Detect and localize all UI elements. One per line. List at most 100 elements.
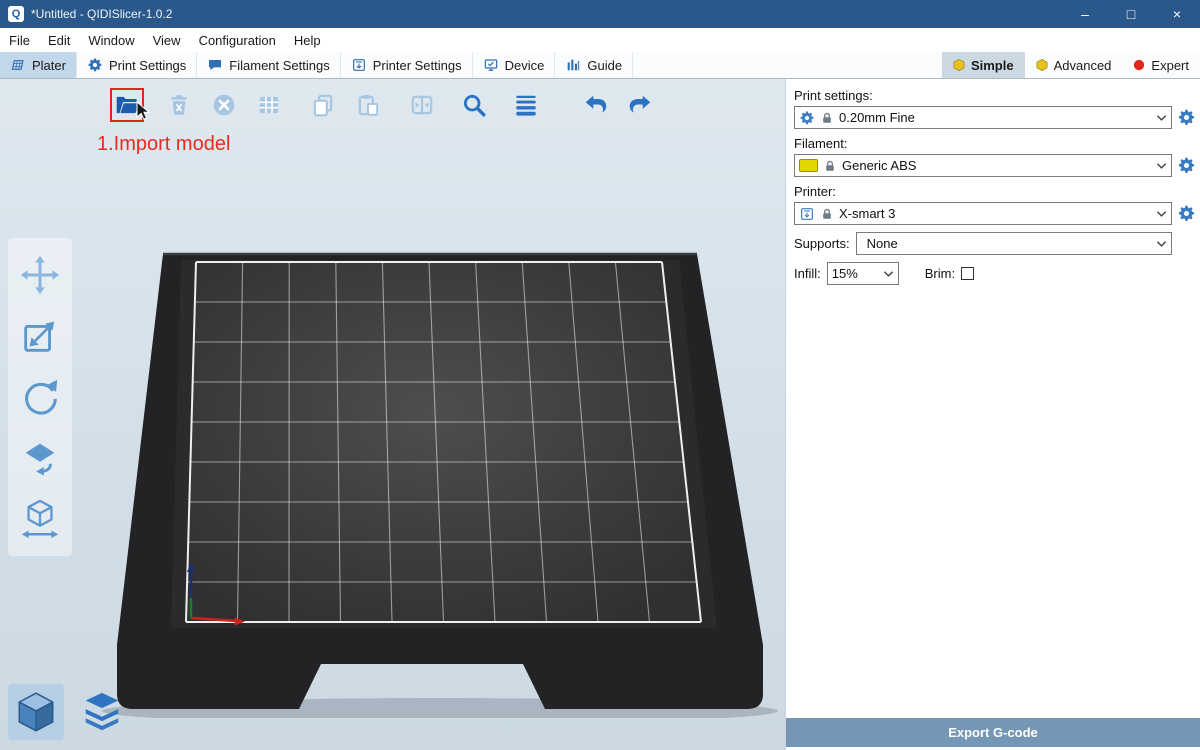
menubar: FileEditWindowViewConfigurationHelp xyxy=(0,28,1200,52)
gizmo-toolbar xyxy=(8,238,72,556)
redo-icon[interactable] xyxy=(625,90,655,120)
menu-configuration[interactable]: Configuration xyxy=(190,28,285,52)
lock-icon xyxy=(823,159,837,173)
printer-icon xyxy=(799,206,815,222)
scale-icon[interactable] xyxy=(12,308,68,364)
window-title: *Untitled - QIDISlicer-1.0.2 xyxy=(31,7,172,21)
print-settings-value: 0.20mm Fine xyxy=(839,110,915,125)
chevron-down-icon xyxy=(1156,162,1167,170)
tab-label: Guide xyxy=(587,58,622,73)
mode-label: Advanced xyxy=(1054,58,1112,73)
tab-filament-settings[interactable]: Filament Settings xyxy=(197,52,340,78)
filament-gear-button[interactable] xyxy=(1177,156,1196,175)
infill-combo[interactable]: 15% xyxy=(827,262,899,285)
import-annotation: 1.Import model xyxy=(97,133,230,156)
close-button[interactable]: × xyxy=(1154,0,1200,28)
arrange-icon[interactable] xyxy=(254,90,284,120)
chevron-down-icon xyxy=(1156,210,1167,218)
hexagon-dot-icon xyxy=(953,59,965,71)
split-icon[interactable] xyxy=(407,90,437,120)
tab-label: Plater xyxy=(32,58,66,73)
filament-value: Generic ABS xyxy=(842,158,916,173)
supports-combo[interactable]: None xyxy=(856,232,1172,255)
device-icon xyxy=(483,57,499,73)
menu-edit[interactable]: Edit xyxy=(39,28,79,52)
mode-label: Expert xyxy=(1151,58,1189,73)
titlebar: Q *Untitled - QIDISlicer-1.0.2 – □ × xyxy=(0,0,1200,28)
menu-view[interactable]: View xyxy=(144,28,190,52)
filament-combo[interactable]: Generic ABS xyxy=(794,154,1172,177)
mode-advanced[interactable]: Advanced xyxy=(1025,52,1123,78)
guide-icon xyxy=(565,57,581,73)
menu-file[interactable]: File xyxy=(0,28,39,52)
viewport-toolbar xyxy=(112,90,655,120)
tab-label: Print Settings xyxy=(109,58,186,73)
tab-label: Filament Settings xyxy=(229,58,329,73)
3d-viewport[interactable]: 1.Import model xyxy=(0,79,785,750)
tab-label: Device xyxy=(505,58,545,73)
paste-icon[interactable] xyxy=(353,90,383,120)
filament-icon xyxy=(207,57,223,73)
chevron-down-icon xyxy=(1156,240,1167,248)
search-icon[interactable] xyxy=(459,90,489,120)
mode-simple[interactable]: Simple xyxy=(942,52,1025,78)
filament-label: Filament: xyxy=(794,136,1196,151)
tab-print-settings[interactable]: Print Settings xyxy=(77,52,197,78)
rotate-icon[interactable] xyxy=(12,369,68,425)
infill-label: Infill: xyxy=(794,266,821,281)
printer-label: Printer: xyxy=(794,184,1196,199)
gear-icon xyxy=(799,110,815,126)
export-gcode-button[interactable]: Export G-code xyxy=(786,718,1200,747)
supports-label: Supports: xyxy=(794,236,850,251)
hexagon-dot-icon xyxy=(1036,59,1048,71)
print-bed xyxy=(95,238,795,718)
chevron-down-icon xyxy=(883,270,894,278)
delete-all-icon[interactable] xyxy=(209,90,239,120)
chevron-down-icon xyxy=(1156,114,1167,122)
minimize-button[interactable]: – xyxy=(1062,0,1108,28)
infill-value: 15% xyxy=(832,266,858,281)
app-logo-icon: Q xyxy=(8,6,24,22)
print-settings-label: Print settings: xyxy=(794,88,1196,103)
mode-expert[interactable]: Expert xyxy=(1122,52,1200,78)
printer-combo[interactable]: X-smart 3 xyxy=(794,202,1172,225)
settings-sidebar: Print settings: 0.20mm Fine Filament: Ge… xyxy=(785,79,1200,750)
filament-color-swatch xyxy=(799,159,818,172)
maximize-button[interactable]: □ xyxy=(1108,0,1154,28)
plater-icon xyxy=(10,57,26,73)
tab-device[interactable]: Device xyxy=(473,52,556,78)
view-mode-buttons xyxy=(8,684,130,740)
brim-label: Brim: xyxy=(925,266,955,281)
tab-printer-settings[interactable]: Printer Settings xyxy=(341,52,473,78)
layers-icon[interactable] xyxy=(511,90,541,120)
undo-icon[interactable] xyxy=(581,90,611,120)
delete-icon[interactable] xyxy=(164,90,194,120)
gear-icon xyxy=(87,57,103,73)
copy-icon[interactable] xyxy=(308,90,338,120)
tabbar: Plater Print Settings Filament Settings Pri… xyxy=(0,52,1200,79)
menu-window[interactable]: Window xyxy=(79,28,143,52)
tab-plater[interactable]: Plater xyxy=(0,52,77,78)
print-settings-combo[interactable]: 0.20mm Fine xyxy=(794,106,1172,129)
printer-value: X-smart 3 xyxy=(839,206,895,221)
printer-gear-button[interactable] xyxy=(1177,204,1196,223)
mouse-cursor-icon xyxy=(134,101,154,121)
tab-label: Printer Settings xyxy=(373,58,462,73)
printer-icon xyxy=(351,57,367,73)
viewcube-icon[interactable] xyxy=(8,684,64,740)
menu-help[interactable]: Help xyxy=(285,28,330,52)
tab-guide[interactable]: Guide xyxy=(555,52,633,78)
lock-icon xyxy=(820,111,834,125)
print-settings-gear-button[interactable] xyxy=(1177,108,1196,127)
tab-list: Plater Print Settings Filament Settings Pri… xyxy=(0,52,633,78)
move-icon[interactable] xyxy=(12,247,68,303)
circle-dot-icon xyxy=(1133,59,1145,71)
layers-view-icon[interactable] xyxy=(74,684,130,740)
mode-switcher: Simple Advanced Expert xyxy=(942,52,1200,78)
brim-checkbox[interactable] xyxy=(961,267,974,280)
flatten-icon[interactable] xyxy=(12,430,68,486)
supports-value: None xyxy=(867,236,898,251)
measure-icon[interactable] xyxy=(12,491,68,547)
lock-icon xyxy=(820,207,834,221)
mode-label: Simple xyxy=(971,58,1014,73)
